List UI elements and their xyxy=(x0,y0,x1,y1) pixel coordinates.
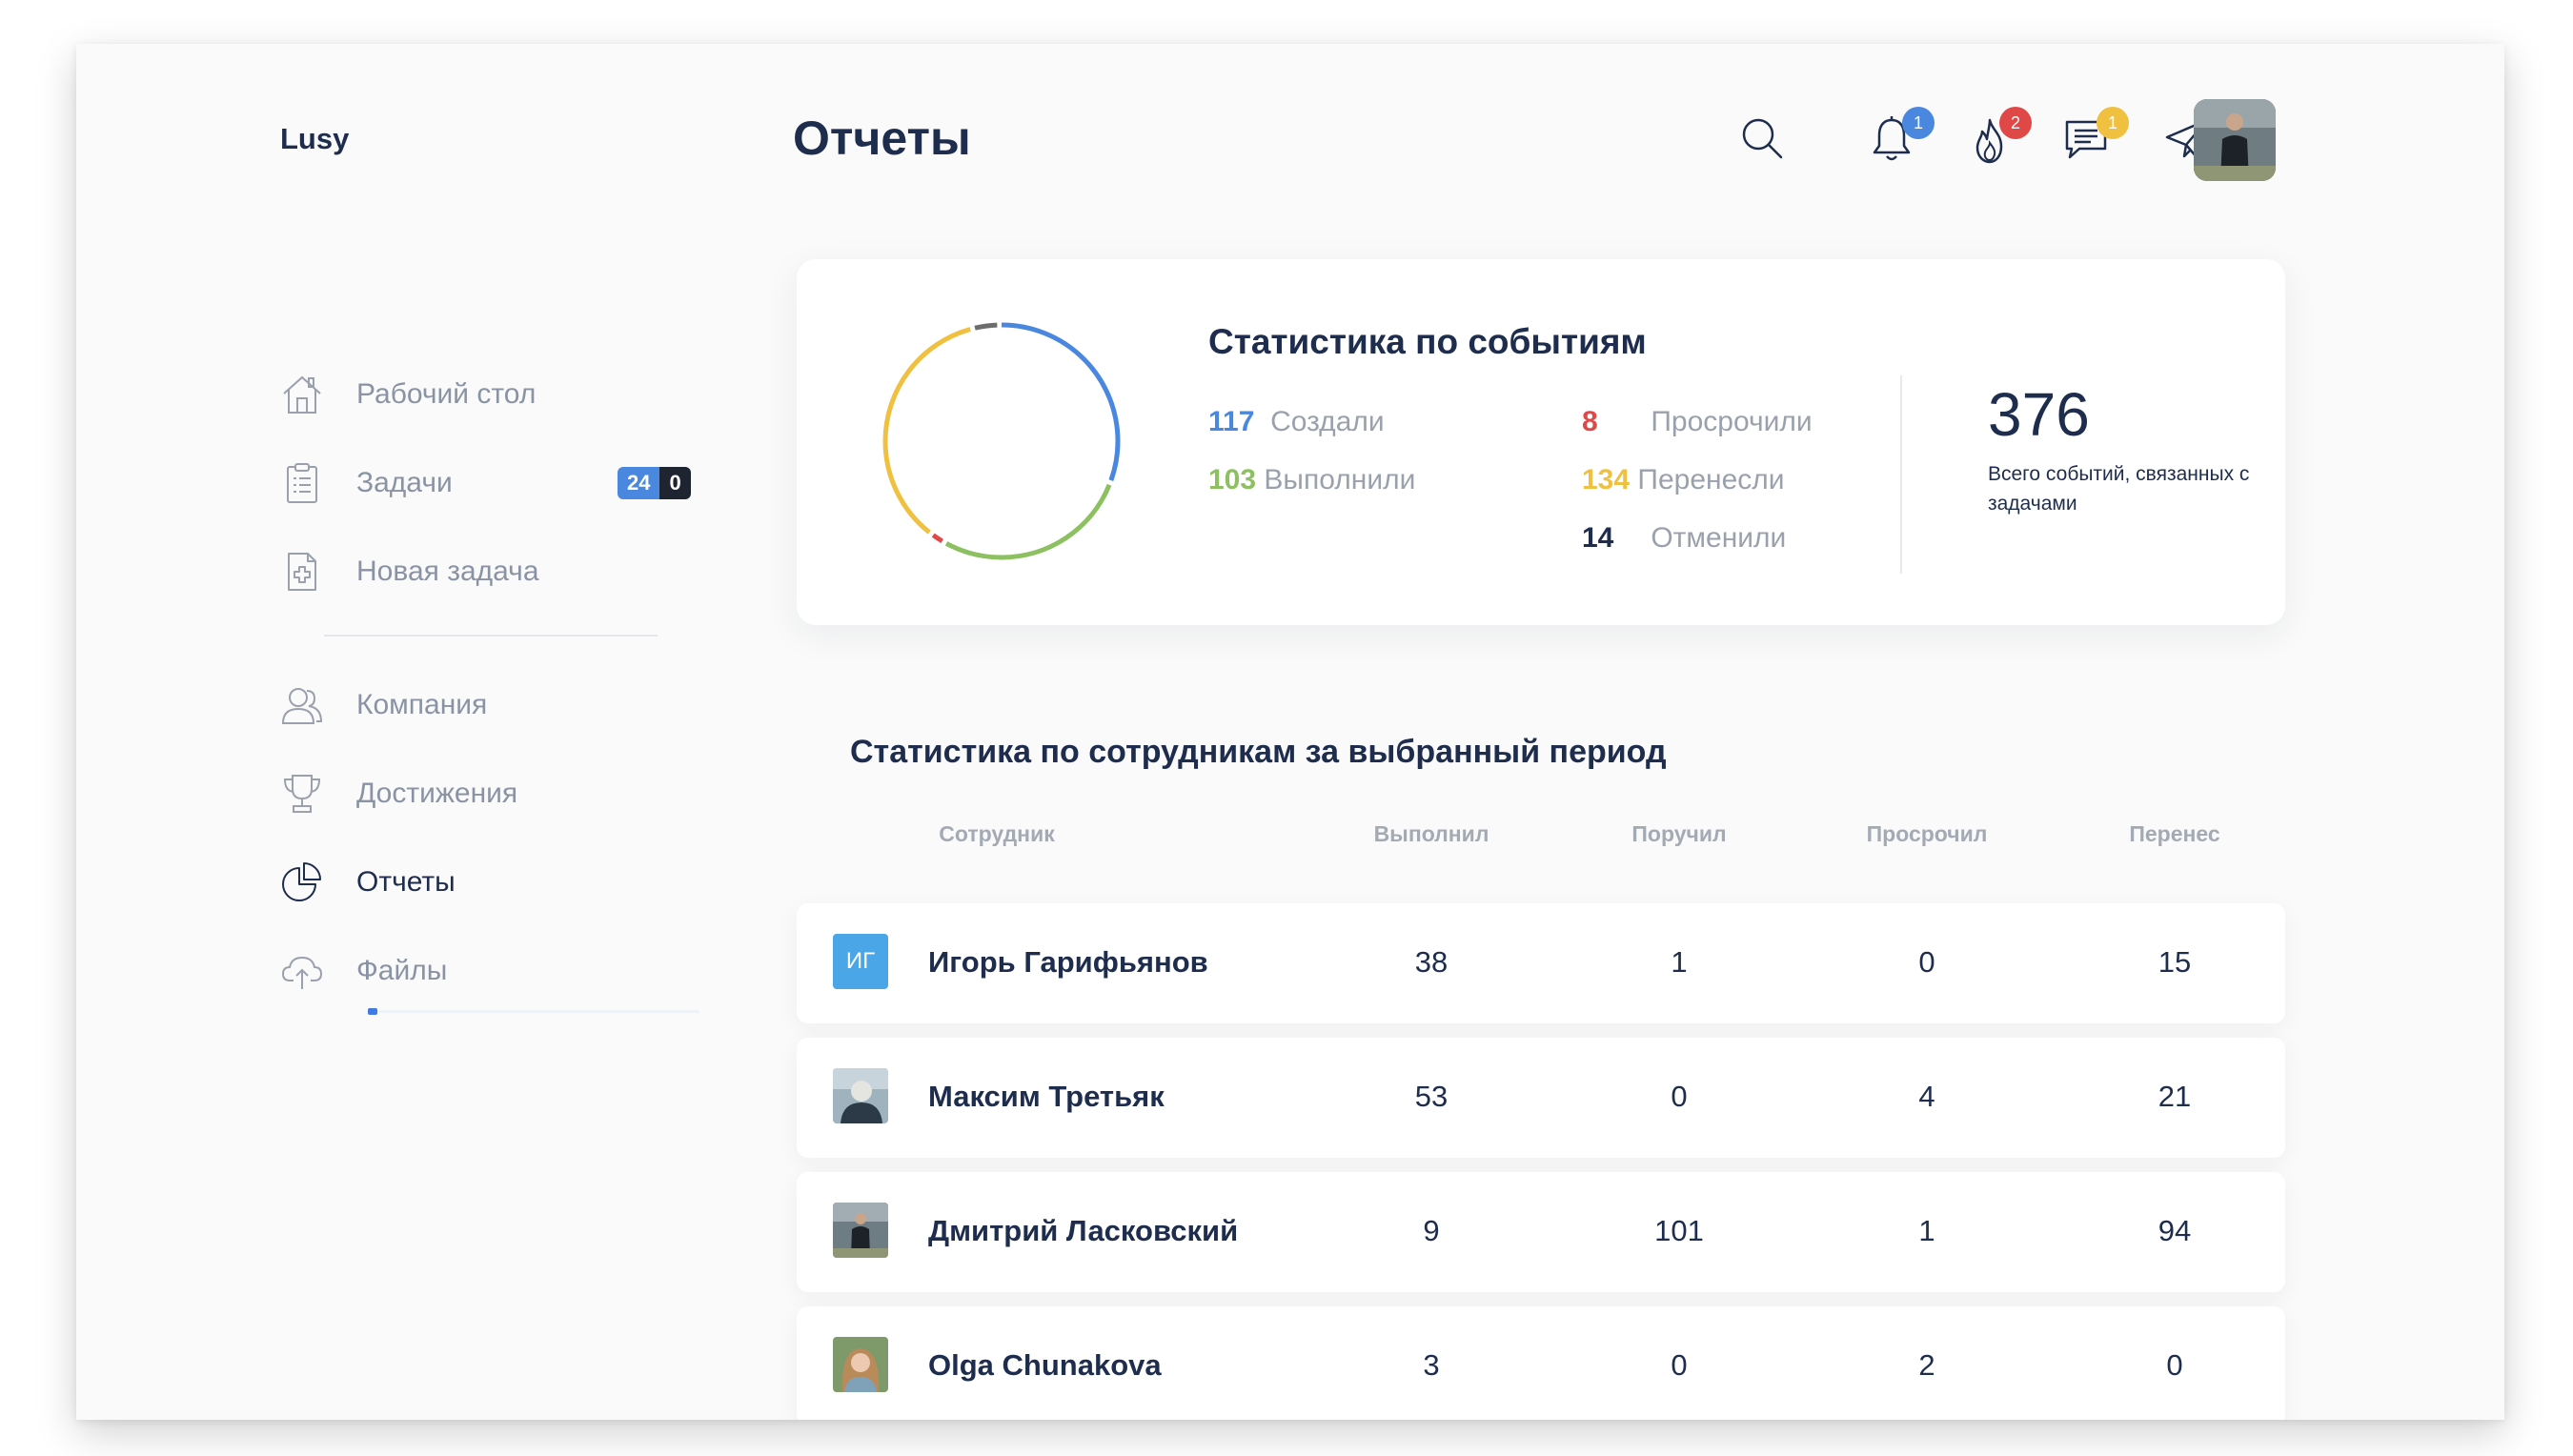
table-row[interactable]: Максим Третьяк 53 0 4 21 xyxy=(797,1038,2285,1158)
cell-moved: 94 xyxy=(2158,1214,2192,1247)
sidebar-item-label: Файлы xyxy=(356,955,448,986)
column-header-done: Выполнил xyxy=(1373,821,1489,846)
card-divider xyxy=(1900,375,1902,574)
sidebar-divider xyxy=(324,635,658,637)
stat-created-value: 117 xyxy=(1208,406,1255,437)
sidebar-item-reports[interactable]: Отчеты xyxy=(280,856,456,909)
cell-overdue: 4 xyxy=(1918,1080,1935,1113)
search-icon[interactable] xyxy=(1738,114,1786,162)
events-total-label: Всего событий, связанных с задачами xyxy=(1988,463,2250,515)
cell-done: 9 xyxy=(1423,1214,1440,1247)
sidebar-item-label: Отчеты xyxy=(356,866,456,898)
stat-cancelled-label: Отменили xyxy=(1651,522,1787,554)
table-row[interactable]: Olga Chunakova 3 0 2 0 xyxy=(797,1306,2285,1420)
stat-done: 103 Выполнили xyxy=(1208,464,1415,496)
column-header-employee: Сотрудник xyxy=(939,821,1055,846)
new-document-icon xyxy=(280,550,324,594)
sidebar-item-label: Достижения xyxy=(356,778,518,809)
stat-moved: 134 Перенесли xyxy=(1582,464,1785,496)
hot-badge: 2 xyxy=(1999,107,2032,139)
table-row[interactable]: ИГ Игорь Гарифьянов 38 1 0 15 xyxy=(797,903,2285,1023)
cell-overdue: 2 xyxy=(1918,1348,1935,1382)
stat-overdue: 8 Просрочили xyxy=(1582,406,1813,438)
clipboard-icon xyxy=(280,461,324,505)
stat-moved-label: Перенесли xyxy=(1637,464,1785,495)
column-header-moved: Перенес xyxy=(2129,821,2220,846)
stat-overdue-value: 8 xyxy=(1582,406,1598,437)
stat-overdue-label: Просрочили xyxy=(1651,406,1813,437)
trophy-icon xyxy=(280,772,324,816)
tasks-overdue-count: 0 xyxy=(659,467,691,499)
employee-name[interactable]: Olga Chunakova xyxy=(928,1348,1162,1383)
cell-assigned: 1 xyxy=(1671,945,1688,979)
sidebar-item-company[interactable]: Компания xyxy=(280,678,487,732)
user-avatar[interactable] xyxy=(2194,99,2276,181)
employee-name[interactable]: Игорь Гарифьянов xyxy=(928,945,1208,980)
cell-overdue: 0 xyxy=(1918,945,1935,979)
avatar: ИГ xyxy=(833,934,888,989)
column-header-assigned: Поручил xyxy=(1631,821,1727,846)
sidebar-item-label: Задачи xyxy=(356,467,453,498)
sidebar-item-label: Рабочий стол xyxy=(356,378,537,410)
avatar xyxy=(833,1203,888,1258)
app-window: Lusy Отчеты 1 2 1 1 Рабочий стол Задачи … xyxy=(76,44,2504,1420)
messages-badge: 1 xyxy=(2097,107,2129,139)
employee-name[interactable]: Дмитрий Ласковский xyxy=(928,1214,1238,1248)
events-stats-title: Статистика по событиям xyxy=(1208,322,1647,361)
cell-overdue: 1 xyxy=(1918,1214,1935,1247)
sidebar-item-desktop[interactable]: Рабочий стол xyxy=(280,368,536,421)
avatar xyxy=(833,1337,888,1392)
cell-assigned: 101 xyxy=(1654,1214,1704,1247)
sidebar-item-achievements[interactable]: Достижения xyxy=(280,767,517,820)
stat-created-label: Создали xyxy=(1270,406,1385,437)
employees-stats-title: Статистика по сотрудникам за выбранный п… xyxy=(850,734,1667,770)
tasks-count-badge: 24 0 xyxy=(618,467,691,499)
avatar xyxy=(833,1068,888,1123)
cell-done: 53 xyxy=(1414,1080,1449,1113)
cell-done: 38 xyxy=(1414,945,1449,979)
cell-moved: 15 xyxy=(2158,945,2192,979)
sidebar-item-label: Новая задача xyxy=(356,556,539,587)
column-header-overdue: Просрочил xyxy=(1866,821,1988,846)
sidebar-item-files[interactable]: Файлы xyxy=(280,944,447,998)
stat-created: 117 Создали xyxy=(1208,406,1385,438)
brand-logo[interactable]: Lusy xyxy=(280,122,349,156)
employee-name[interactable]: Максим Третьяк xyxy=(928,1080,1165,1114)
page-title: Отчеты xyxy=(793,111,971,165)
cell-done: 3 xyxy=(1423,1348,1440,1382)
stat-done-value: 103 xyxy=(1208,464,1257,495)
stat-cancelled-value: 14 xyxy=(1582,522,1614,554)
tasks-active-count: 24 xyxy=(618,467,660,499)
cell-moved: 21 xyxy=(2158,1080,2192,1113)
sidebar-item-new-task[interactable]: Новая задача xyxy=(280,545,539,598)
home-icon xyxy=(280,373,324,416)
notifications-badge: 1 xyxy=(1902,107,1935,139)
events-total-value: 376 xyxy=(1988,380,2090,449)
cell-moved: 0 xyxy=(2166,1348,2183,1382)
users-icon xyxy=(280,683,324,727)
upload-progress-track xyxy=(368,1010,699,1013)
table-row[interactable]: Дмитрий Ласковский 9 101 1 94 xyxy=(797,1172,2285,1292)
sidebar-item-label: Компания xyxy=(356,689,488,720)
stat-cancelled: 14 Отменили xyxy=(1582,522,1786,555)
stat-done-label: Выполнили xyxy=(1264,464,1416,495)
events-donut-chart xyxy=(882,322,1121,560)
cloud-upload-icon xyxy=(280,949,324,993)
upload-progress-fill xyxy=(368,1008,377,1015)
cell-assigned: 0 xyxy=(1671,1080,1688,1113)
cell-assigned: 0 xyxy=(1671,1348,1688,1382)
pie-chart-icon xyxy=(280,860,324,904)
sidebar-item-tasks[interactable]: Задачи xyxy=(280,456,453,510)
stat-moved-value: 134 xyxy=(1582,464,1631,495)
